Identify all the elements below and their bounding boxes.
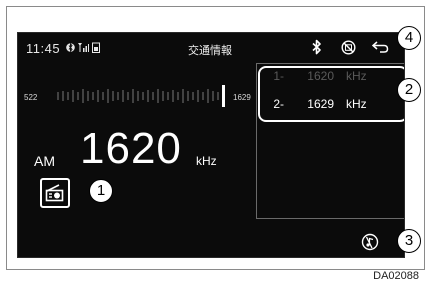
traffic-info-title: 交通情報: [188, 45, 232, 57]
battery-icon: [92, 42, 100, 53]
status-icons: [66, 42, 100, 53]
frequency-unit: kHz: [196, 154, 217, 168]
callout-3: 3: [397, 229, 421, 253]
scale-max-label: 1629: [233, 93, 251, 102]
callout-4: 4: [397, 26, 421, 50]
bluetooth-icon: [312, 39, 321, 55]
signal-icon: [78, 43, 89, 52]
back-arrow-icon[interactable]: [372, 41, 389, 53]
source-button[interactable]: [40, 178, 70, 208]
no-service-icon: [341, 40, 356, 55]
band-label: AM: [34, 153, 55, 169]
tuning-needle[interactable]: [222, 85, 225, 107]
mute-icon[interactable]: [361, 233, 379, 251]
tuning-scale[interactable]: [56, 83, 231, 109]
figure-code: DA02088: [373, 270, 419, 282]
callout-2: 2: [397, 78, 421, 102]
scale-min-label: 522: [24, 93, 38, 102]
head-unit-screen: 11:45 交通情報 522 1629 AM 1620 kHz 1- 1620 …: [17, 32, 405, 258]
radio-source-icon: [45, 184, 64, 202]
bluetooth-status-icon: [66, 42, 75, 53]
clock: 11:45: [26, 41, 61, 56]
status-bar: 11:45 交通情報: [18, 33, 404, 63]
callout-1: 1: [89, 179, 113, 203]
current-frequency: 1620: [80, 124, 182, 173]
preset-list-highlight: [258, 66, 404, 122]
